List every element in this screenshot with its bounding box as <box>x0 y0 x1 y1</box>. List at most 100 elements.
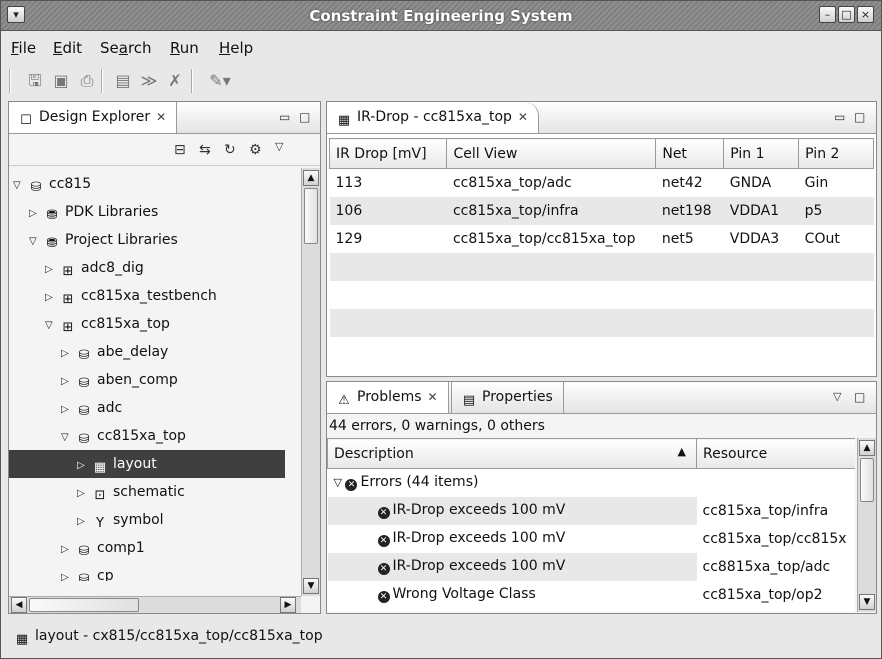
maximize-view-icon[interactable]: □ <box>299 110 310 124</box>
expand-icon[interactable]: ▷ <box>61 564 75 581</box>
expand-icon[interactable]: ▷ <box>61 368 75 396</box>
column-header-cell-view[interactable]: Cell View <box>446 138 657 169</box>
column-header-pin1[interactable]: Pin 1 <box>723 138 800 169</box>
collapse-icon[interactable]: ▽ <box>45 312 59 340</box>
table-row[interactable] <box>329 252 874 281</box>
column-header-net[interactable]: Net <box>655 138 725 169</box>
problems-vertical-scrollbar[interactable]: ▲ ▼ <box>857 438 876 612</box>
expand-icon[interactable]: ▷ <box>77 452 91 480</box>
delete-constraint-icon[interactable]: ✗ <box>165 71 185 91</box>
menu-run[interactable]: Run <box>170 39 199 57</box>
close-tab-icon[interactable]: ✕ <box>428 390 438 404</box>
view-menu-icon[interactable]: ▽ <box>275 140 283 153</box>
maximize-icon[interactable]: □ <box>838 6 855 23</box>
table-row[interactable]: 106 cc815xa_top/infra net198 VDDA1 p5 <box>329 196 874 225</box>
close-icon[interactable]: × <box>857 6 874 23</box>
tree-item[interactable]: ▷ ▦ layout <box>9 450 285 478</box>
scrollbar-thumb[interactable] <box>304 188 318 244</box>
minimize-view-icon[interactable]: ▭ <box>279 110 290 124</box>
scrollbar-thumb[interactable] <box>29 598 139 612</box>
expand-icon[interactable]: ▷ <box>77 508 91 536</box>
expand-icon[interactable]: ▷ <box>61 340 75 368</box>
minimize-icon[interactable]: – <box>819 6 836 23</box>
tree-item[interactable]: ▷ ⛁ adc <box>9 394 285 422</box>
problem-row[interactable]: ✕ Wrong Voltage Class cc815xa_top/op2 <box>327 580 855 609</box>
explorer-vertical-scrollbar[interactable]: ▲ ▼ <box>301 168 320 596</box>
tab-design-explorer[interactable]: ☐ Design Explorer ✕ <box>9 102 178 133</box>
scroll-down-icon[interactable]: ▼ <box>303 578 319 594</box>
view-menu-icon[interactable]: ▽ <box>833 390 841 403</box>
scrollbar-thumb[interactable] <box>860 458 874 502</box>
new-constraint-icon[interactable]: ▤ <box>113 71 133 91</box>
tree-item[interactable]: ▷ ⊞ adc8_dig <box>9 254 285 282</box>
table-row[interactable]: 129 cc815xa_top/cc815xa_top net5 VDDA3 COut <box>329 224 874 253</box>
wand-icon[interactable]: ✎▾ <box>203 71 237 91</box>
print-icon[interactable]: ⎙ <box>77 71 97 91</box>
column-header-pin2[interactable]: Pin 2 <box>798 138 874 169</box>
table-row[interactable] <box>329 336 874 365</box>
tree-item[interactable]: ▷ Ysymbol <box>9 506 285 534</box>
tree-item[interactable]: ▷ ⛁ cp <box>9 562 285 581</box>
tree-item[interactable]: ▷ ⛁ comp1 <box>9 534 285 562</box>
save-all-icon[interactable]: ▣ <box>51 71 71 91</box>
expand-icon[interactable]: ▷ <box>61 536 75 564</box>
collapse-all-icon[interactable]: ⊟ <box>174 142 186 158</box>
maximize-view-icon[interactable]: □ <box>854 390 865 404</box>
column-header-description[interactable]: Description ▲ <box>327 438 697 469</box>
tree-item[interactable]: ▷ ⊞ cc815xa_testbench <box>9 282 285 310</box>
tree-item[interactable]: ▷ ⊡ schematic <box>9 478 285 506</box>
tree-item[interactable]: ▽ ⛃ Project Libraries <box>9 226 285 254</box>
tab-ir-drop[interactable]: ▦ IR-Drop - cc815xa_top ✕ <box>327 102 539 133</box>
close-tab-icon[interactable]: ✕ <box>156 110 166 124</box>
menu-search[interactable]: Search <box>100 39 152 57</box>
problem-row[interactable]: ✕ IR-Drop exceeds 100 mV cc8815xa_top/adc <box>327 552 855 581</box>
collapse-icon[interactable]: ▽ <box>334 476 346 489</box>
tab-properties[interactable]: ▤ Properties <box>451 382 564 413</box>
collapse-icon[interactable]: ▽ <box>61 424 75 452</box>
expand-icon[interactable]: ▷ <box>29 200 43 228</box>
scroll-up-icon[interactable]: ▲ <box>303 170 319 186</box>
collapse-icon[interactable]: ▽ <box>29 228 43 256</box>
link-editor-icon[interactable]: ⇆ <box>199 142 211 158</box>
scroll-left-icon[interactable]: ◀ <box>11 597 27 613</box>
tree-item[interactable]: ▷ ⛁ aben_comp <box>9 366 285 394</box>
problem-row[interactable]: ✕ IR-Drop exceeds 100 mV cc815xa_top/cc815… <box>327 524 855 553</box>
tree-item-label: cp <box>97 568 114 581</box>
toolbar-separator <box>191 69 193 93</box>
expand-icon[interactable]: ▷ <box>61 396 75 424</box>
maximize-view-icon[interactable]: □ <box>854 110 865 124</box>
refresh-icon[interactable]: ↻ <box>224 142 236 158</box>
save-icon[interactable]: 🖫 <box>25 71 45 91</box>
column-header-resource[interactable]: Resource <box>696 438 855 469</box>
menu-edit[interactable]: Edit <box>53 39 82 57</box>
table-row[interactable] <box>329 308 874 337</box>
menu-help[interactable]: Help <box>219 39 253 57</box>
column-header-ir-drop[interactable]: IR Drop [mV] <box>328 138 448 169</box>
tree-item[interactable]: ▽ ⛁ cc815 <box>9 170 285 198</box>
title-bar[interactable]: ▾ Constraint Engineering System – □ × <box>1 1 881 31</box>
scroll-up-icon[interactable]: ▲ <box>859 440 875 456</box>
error-icon: ✕ <box>377 563 390 575</box>
close-tab-icon[interactable]: ✕ <box>518 110 528 124</box>
explorer-horizontal-scrollbar[interactable]: ◀ ▶ <box>9 596 301 613</box>
check-icon[interactable]: ≫ <box>139 71 159 91</box>
menu-file[interactable]: File <box>11 39 36 57</box>
tree-item[interactable]: ▷ ⛃ PDK Libraries <box>9 198 285 226</box>
problem-row[interactable]: ✕ IR-Drop exceeds 100 mV cc815xa_top/infra <box>327 496 855 525</box>
minimize-view-icon[interactable]: ▭ <box>834 110 845 124</box>
scroll-down-icon[interactable]: ▼ <box>859 594 875 610</box>
tree-item[interactable]: ▽ ⛁ cc815xa_top <box>9 422 285 450</box>
table-cell: 129 <box>329 224 447 253</box>
tab-problems[interactable]: ⚠ Problems ✕ <box>327 382 449 413</box>
collapse-icon[interactable]: ▽ <box>13 172 27 200</box>
table-row[interactable]: 113 cc815xa_top/adc net42 GNDA Gin <box>329 168 874 197</box>
tree-item[interactable]: ▽ ⊞ cc815xa_top <box>9 310 285 338</box>
expand-icon[interactable]: ▷ <box>45 284 59 312</box>
scroll-right-icon[interactable]: ▶ <box>280 597 296 613</box>
table-row[interactable] <box>329 280 874 309</box>
expand-icon[interactable]: ▷ <box>45 256 59 284</box>
expand-icon[interactable]: ▷ <box>77 480 91 508</box>
tree-item[interactable]: ▷ ⛁ abe_delay <box>9 338 285 366</box>
sync-icon[interactable]: ⚙ <box>249 142 262 158</box>
error-group-row[interactable]: ▽ ✕ Errors (44 items) <box>327 468 855 497</box>
